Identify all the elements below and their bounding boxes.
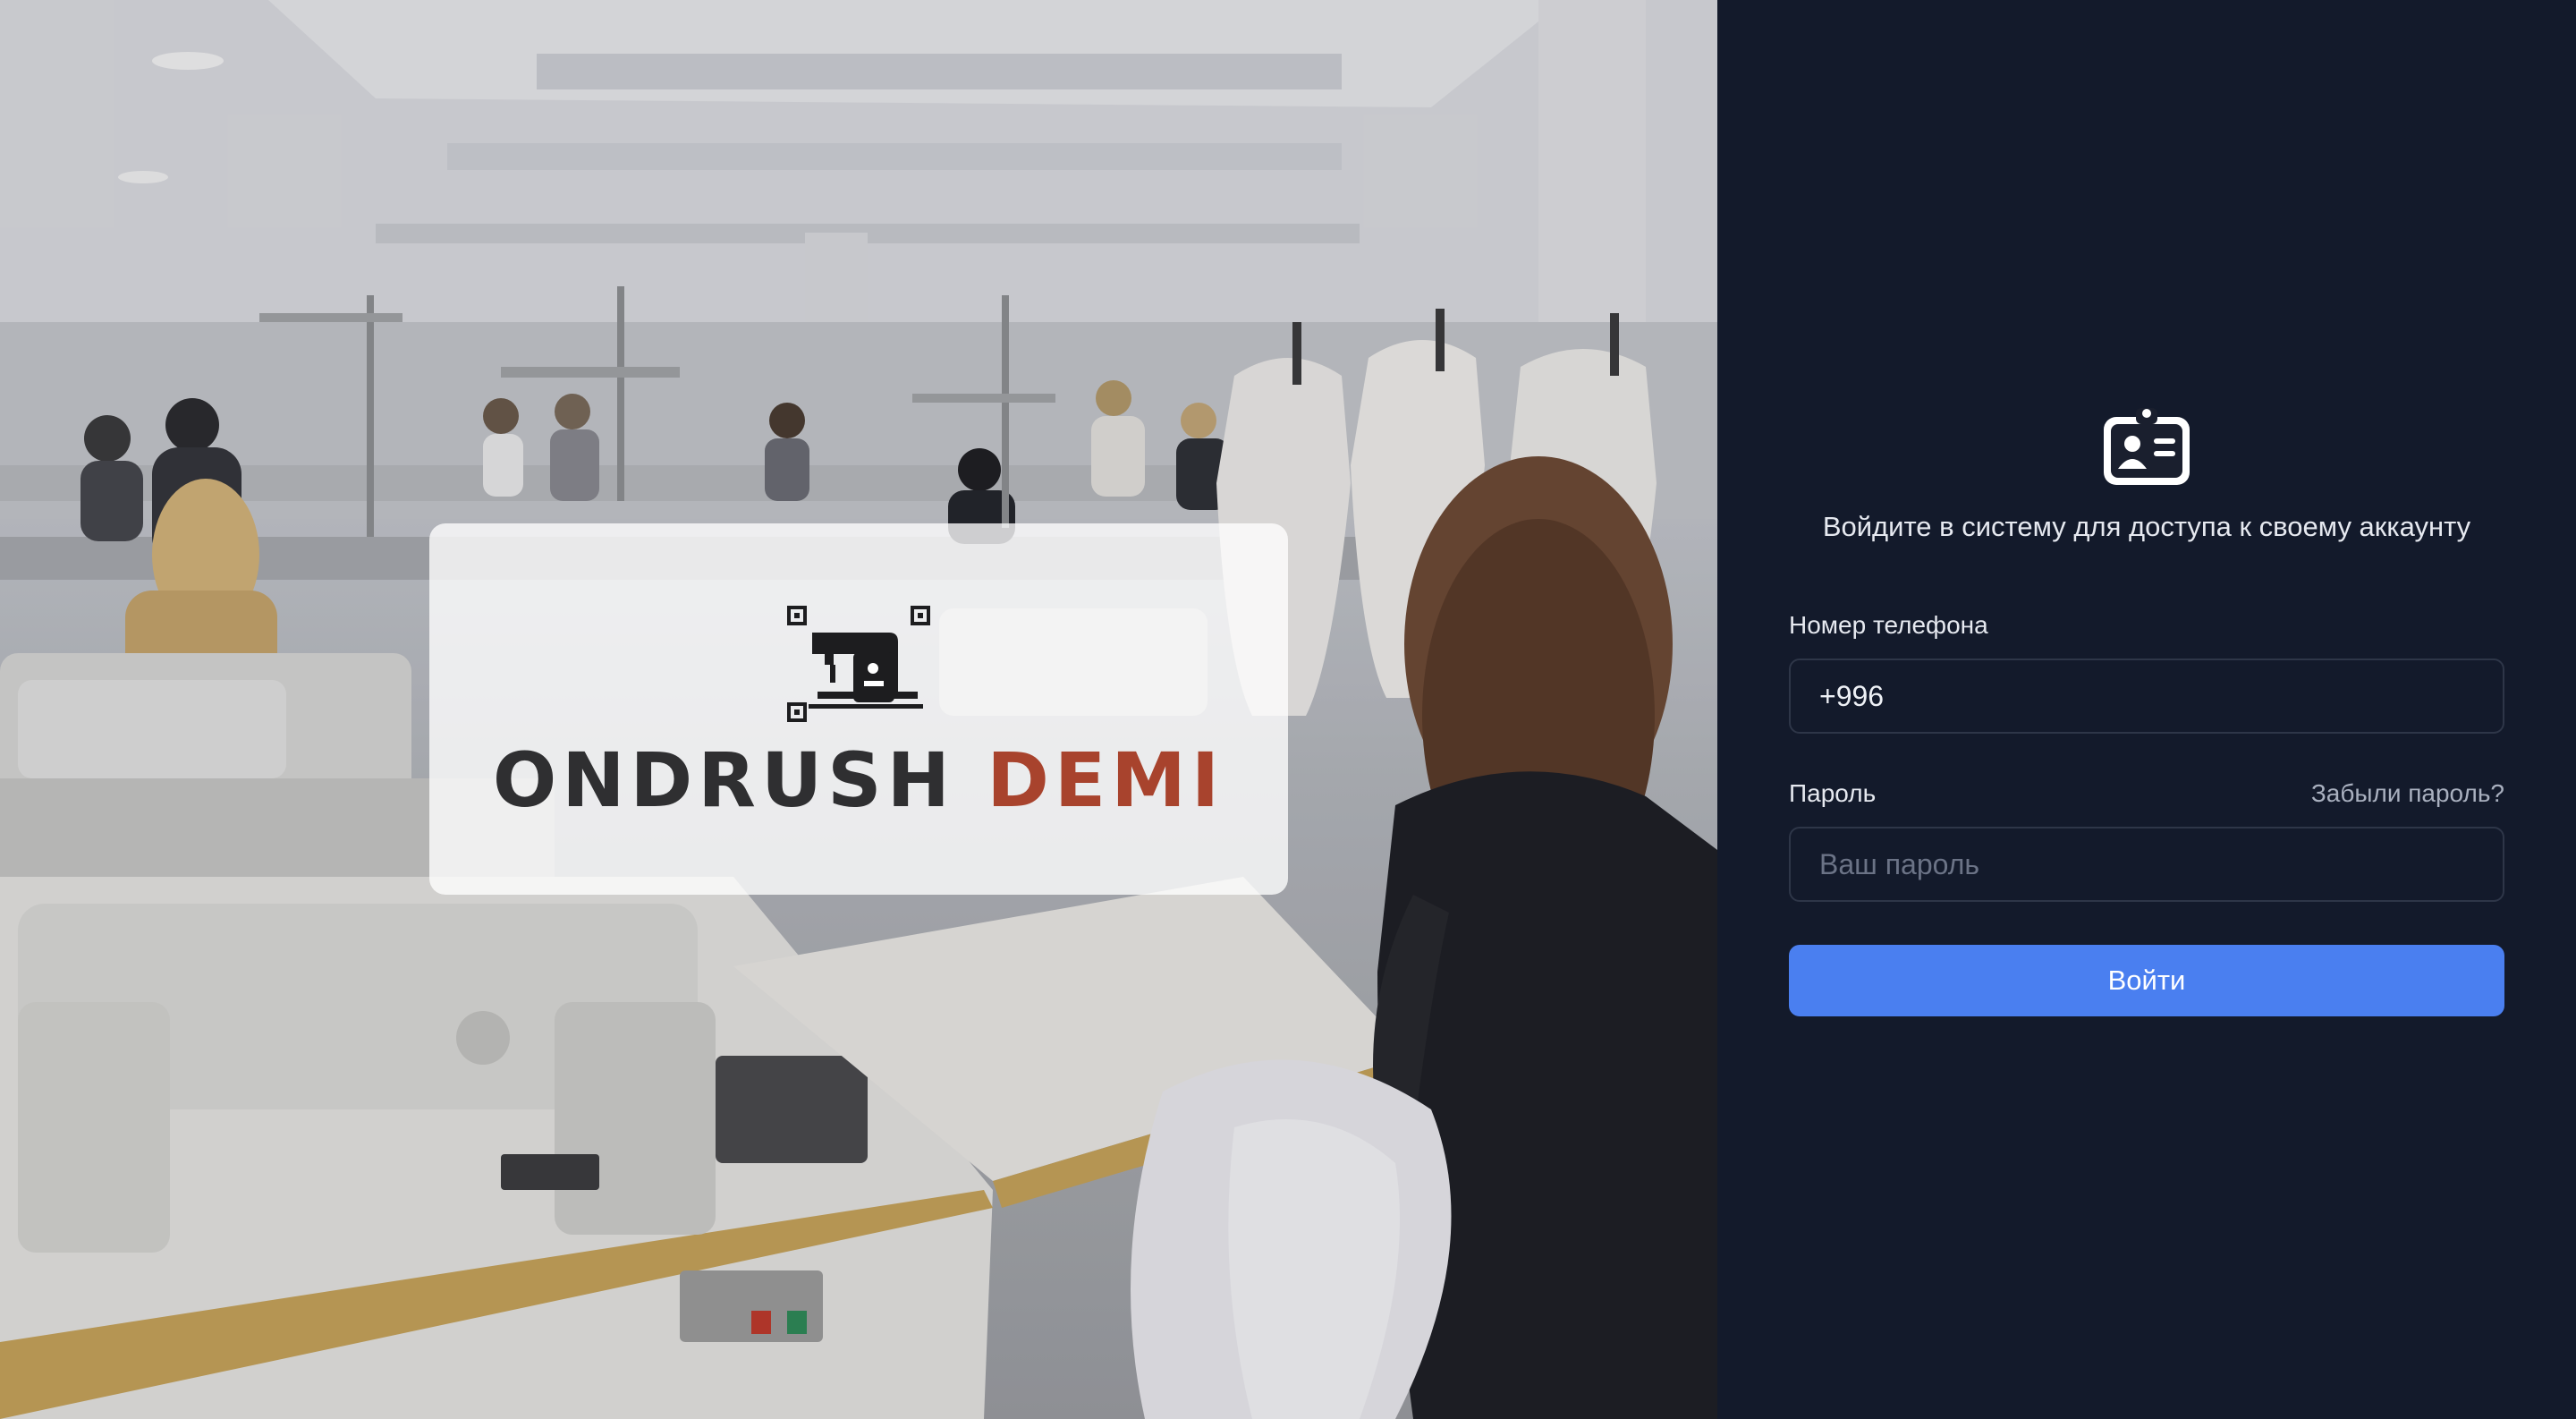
id-card-icon	[2104, 408, 2190, 485]
login-subtitle: Войдите в систему для доступа к своему а…	[1822, 511, 2471, 542]
sewing-machine-icon	[787, 606, 930, 722]
password-input[interactable]	[1789, 827, 2504, 902]
phone-input[interactable]	[1789, 659, 2504, 734]
hero-photo: ONDRUSH DEMI	[0, 0, 1717, 1419]
forgot-password-link[interactable]: Забыли пароль?	[2311, 779, 2504, 808]
brand-logo-text: ONDRUSH DEMI	[429, 736, 1288, 824]
login-page: ONDRUSH DEMI Войдите в систему для досту…	[0, 0, 2576, 1419]
login-button[interactable]: Войти	[1789, 945, 2504, 1016]
brand-name-primary: ONDRUSH	[492, 736, 955, 824]
password-label: Пароль	[1789, 779, 1877, 807]
brand-name-accent: DEMI	[987, 736, 1225, 824]
brand-logo-card: ONDRUSH DEMI	[429, 523, 1288, 895]
phone-label: Номер телефона	[1789, 611, 1988, 639]
